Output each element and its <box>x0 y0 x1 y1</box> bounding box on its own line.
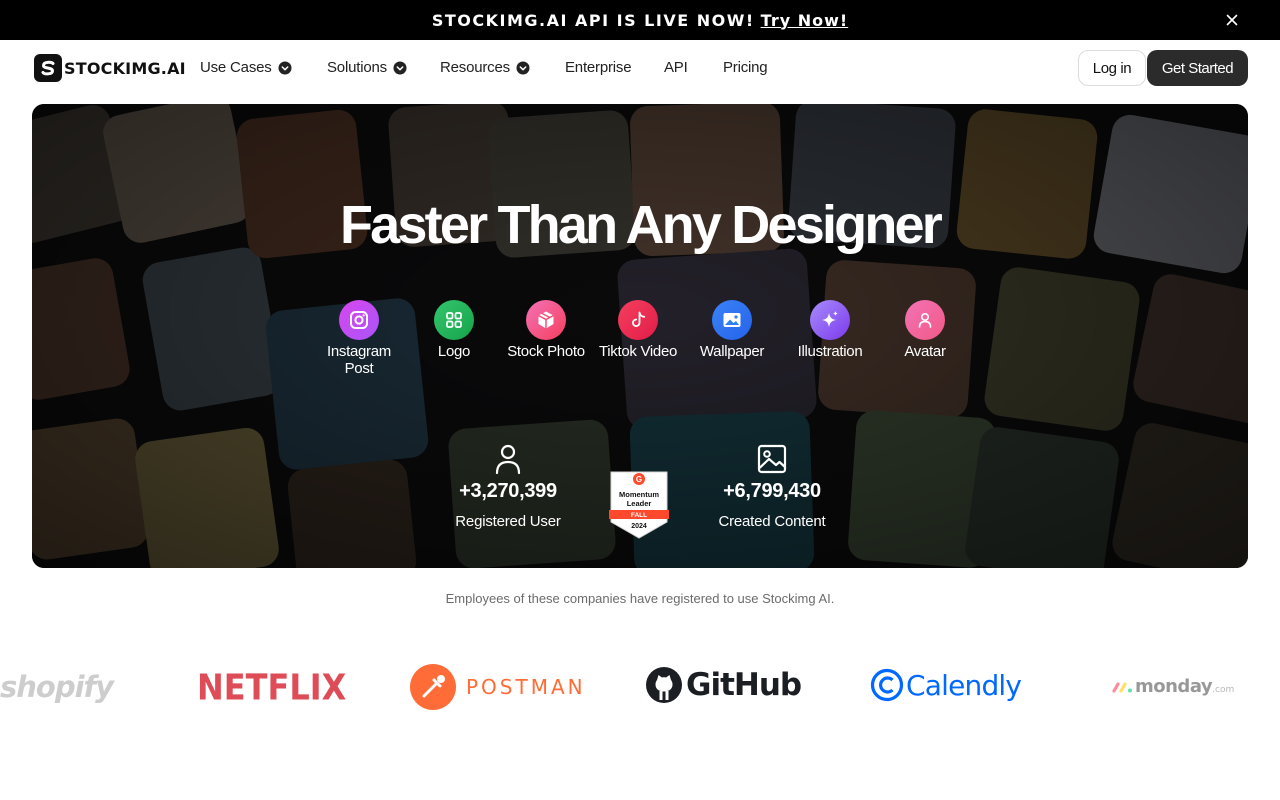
badge-line1: Momentum <box>619 490 659 499</box>
monday-mark-icon <box>1112 681 1132 693</box>
chevron-down-icon <box>393 61 407 74</box>
image-icon <box>712 300 752 340</box>
category-wallpaper[interactable]: Wallpaper <box>692 300 772 360</box>
hero-title: Faster Than Any Designer <box>340 195 943 255</box>
nav-solutions-label: Solutions <box>327 59 387 76</box>
logo-text: STOCKIMG.AI <box>64 58 186 78</box>
announcement-text: STOCKIMG.AI API IS LIVE NOW! <box>431 10 755 30</box>
stat-label: Registered User <box>455 513 561 530</box>
postman-logo: POSTMAN <box>410 664 586 710</box>
logo-mark-icon <box>34 54 62 82</box>
github-octocat-icon <box>646 667 682 703</box>
get-started-button[interactable]: Get Started <box>1147 50 1248 86</box>
nav-resources-label: Resources <box>440 59 510 76</box>
image-icon <box>757 444 787 474</box>
chevron-down-icon <box>278 61 292 74</box>
user-icon <box>905 300 945 340</box>
monday-suffix: .com <box>1212 684 1235 695</box>
postman-icon <box>410 664 456 710</box>
close-icon[interactable] <box>1224 12 1240 28</box>
category-illustration[interactable]: Illustration <box>790 300 870 360</box>
g2-momentum-leader-badge: G Momentum Leader FALL 2024 <box>609 471 669 539</box>
nav-enterprise[interactable]: Enterprise <box>565 59 632 76</box>
github-text: GitHub <box>686 667 802 703</box>
companies-caption: Employees of these companies have regist… <box>445 591 835 606</box>
category-label: Instagram Post <box>327 343 391 377</box>
category-stock-photo[interactable]: Stock Photo <box>506 300 586 360</box>
category-label: Stock Photo <box>507 343 585 360</box>
category-label: Tiktok Video <box>598 343 678 360</box>
monday-text: monday <box>1135 676 1213 697</box>
calendly-icon <box>870 668 904 702</box>
calendly-text: Calendly <box>906 668 1022 702</box>
category-label: Logo <box>437 343 471 360</box>
category-avatar[interactable]: Avatar <box>885 300 965 360</box>
shopify-logo: shopify <box>0 670 114 704</box>
stat-value: +3,270,399 <box>459 480 557 502</box>
calendly-logo: Calendly <box>870 668 1022 702</box>
nav-resources[interactable]: Resources <box>440 59 530 76</box>
chevron-down-icon <box>516 61 530 74</box>
grid-icon <box>434 300 474 340</box>
user-icon <box>495 444 521 474</box>
announcement-bar: STOCKIMG.AI API IS LIVE NOW! Try Now! <box>0 0 1280 40</box>
nav-use-cases-label: Use Cases <box>200 59 272 76</box>
badge-year: 2024 <box>631 523 647 530</box>
svg-text:G: G <box>636 475 642 484</box>
login-button[interactable]: Log in <box>1078 50 1146 86</box>
category-logo[interactable]: Logo <box>414 300 494 360</box>
nav-pricing[interactable]: Pricing <box>723 59 768 76</box>
netflix-text: NETFLIX <box>197 665 347 709</box>
badge-season: FALL <box>631 512 647 519</box>
stat-created-content: +6,799,430 Created Content <box>702 444 842 530</box>
sparkle-icon <box>810 300 850 340</box>
netflix-logo: NETFLIX <box>197 665 347 709</box>
postman-text: POSTMAN <box>466 675 586 699</box>
stat-value: +6,799,430 <box>723 480 821 502</box>
tiktok-icon <box>618 300 658 340</box>
nav-api[interactable]: API <box>664 59 688 76</box>
top-navigation: STOCKIMG.AI Use Cases Solutions Resource… <box>0 40 1280 96</box>
nav-use-cases[interactable]: Use Cases <box>200 59 292 76</box>
badge-line2: Leader <box>627 499 652 508</box>
shopify-text: shopify <box>0 670 114 704</box>
try-now-link[interactable]: Try Now! <box>761 11 849 30</box>
category-label: Illustration <box>797 343 863 360</box>
monday-logo: monday .com <box>1112 676 1234 697</box>
stat-label: Created Content <box>718 513 826 530</box>
category-instagram-post[interactable]: Instagram Post <box>319 300 399 377</box>
category-tiktok-video[interactable]: Tiktok Video <box>598 300 678 360</box>
nav-solutions[interactable]: Solutions <box>327 59 407 76</box>
stat-registered-users: +3,270,399 Registered User <box>438 444 578 530</box>
github-logo: GitHub <box>646 667 802 703</box>
box-icon <box>526 300 566 340</box>
nav-pricing-label: Pricing <box>723 59 768 76</box>
category-label: Avatar <box>904 343 946 360</box>
nav-api-label: API <box>664 59 688 76</box>
category-label: Wallpaper <box>699 343 765 360</box>
stockimg-logo[interactable]: STOCKIMG.AI <box>34 54 186 82</box>
hero-banner: Faster Than Any Designer Instagram Post … <box>32 104 1248 568</box>
instagram-icon <box>339 300 379 340</box>
nav-enterprise-label: Enterprise <box>565 59 632 76</box>
